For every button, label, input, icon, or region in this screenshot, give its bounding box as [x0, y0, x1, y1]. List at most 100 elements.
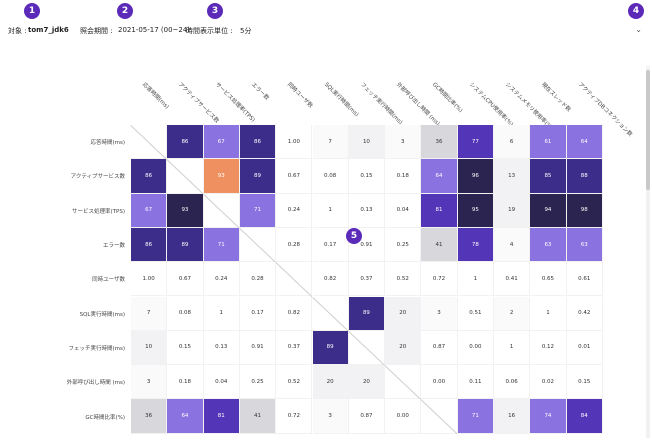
scrollbar-thumb[interactable]: [646, 70, 650, 190]
matrix-cell[interactable]: 86: [131, 159, 168, 194]
matrix-cell[interactable]: 89: [239, 159, 277, 194]
matrix-cell[interactable]: 0.42: [566, 296, 603, 331]
matrix-cell[interactable]: 0.00: [457, 330, 494, 366]
matrix-cell[interactable]: 0.17: [239, 296, 277, 331]
matrix-cell[interactable]: 20: [312, 365, 349, 400]
matrix-cell[interactable]: 7: [312, 125, 349, 160]
matrix-cell[interactable]: 0.72: [421, 262, 458, 297]
matrix-cell[interactable]: 64: [167, 399, 204, 434]
matrix-cell[interactable]: 67: [203, 125, 240, 160]
matrix-cell[interactable]: 63: [566, 227, 603, 263]
matrix-cell[interactable]: 0.65: [530, 262, 567, 297]
matrix-cell[interactable]: 0.06: [494, 365, 531, 400]
matrix-cell[interactable]: 0.67: [167, 262, 204, 297]
matrix-cell[interactable]: 0.87: [421, 330, 458, 366]
matrix-cell[interactable]: 71: [239, 193, 277, 228]
matrix-cell[interactable]: 78: [457, 227, 494, 263]
matrix-cell[interactable]: 0.12: [530, 330, 567, 366]
matrix-cell[interactable]: 10: [348, 125, 386, 160]
matrix-cell[interactable]: 84: [566, 399, 603, 434]
matrix-cell[interactable]: 74: [530, 399, 567, 434]
matrix-cell[interactable]: 0.82: [312, 262, 349, 297]
matrix-cell[interactable]: 6: [494, 125, 531, 160]
matrix-cell[interactable]: 64: [566, 125, 603, 160]
matrix-cell[interactable]: 0.25: [239, 365, 277, 400]
matrix-cell[interactable]: 1: [457, 262, 494, 297]
matrix-cell[interactable]: 1: [494, 330, 531, 366]
matrix-cell[interactable]: 0.15: [566, 365, 603, 400]
matrix-cell[interactable]: 0.28: [239, 262, 277, 297]
matrix-cell[interactable]: 0.82: [276, 296, 313, 331]
matrix-cell[interactable]: 0.08: [312, 159, 349, 194]
matrix-cell[interactable]: 0.51: [457, 296, 494, 331]
matrix-cell[interactable]: 36: [421, 125, 458, 160]
matrix-cell[interactable]: 20: [348, 365, 386, 400]
matrix-cell[interactable]: 93: [203, 159, 240, 194]
matrix-cell[interactable]: 10: [131, 330, 168, 366]
matrix-cell[interactable]: 0.37: [348, 262, 386, 297]
matrix-cell[interactable]: 0.24: [276, 193, 313, 228]
matrix-cell[interactable]: 7: [131, 296, 168, 331]
matrix-cell[interactable]: 1: [530, 296, 567, 331]
matrix-cell[interactable]: 86: [131, 227, 168, 263]
matrix-cell[interactable]: 0.41: [494, 262, 531, 297]
matrix-cell[interactable]: 0.28: [276, 227, 313, 263]
matrix-cell[interactable]: 81: [421, 193, 458, 228]
matrix-cell[interactable]: 95: [457, 193, 494, 228]
matrix-cell[interactable]: 20: [385, 296, 422, 331]
matrix-cell[interactable]: 0.37: [276, 330, 313, 366]
matrix-cell[interactable]: 96: [457, 159, 494, 194]
matrix-cell[interactable]: 0.72: [276, 399, 313, 434]
matrix-cell[interactable]: 41: [421, 227, 458, 263]
matrix-cell[interactable]: 41: [239, 399, 277, 434]
matrix-cell[interactable]: 0.24: [203, 262, 240, 297]
matrix-cell[interactable]: 20: [385, 330, 422, 366]
matrix-cell[interactable]: 1: [203, 296, 240, 331]
matrix-cell[interactable]: 89: [312, 330, 349, 366]
matrix-cell[interactable]: 0.04: [385, 193, 422, 228]
matrix-cell[interactable]: 0.61: [566, 262, 603, 297]
matrix-cell[interactable]: 1.00: [276, 125, 313, 160]
matrix-cell[interactable]: 0.91: [239, 330, 277, 366]
matrix-cell[interactable]: 2: [494, 296, 531, 331]
matrix-cell[interactable]: 3: [421, 296, 458, 331]
matrix-cell[interactable]: 0.52: [276, 365, 313, 400]
matrix-cell[interactable]: 0.18: [167, 365, 204, 400]
matrix-cell[interactable]: 77: [457, 125, 494, 160]
matrix-cell[interactable]: 3: [131, 365, 168, 400]
matrix-cell[interactable]: 86: [239, 125, 277, 160]
matrix-cell[interactable]: 61: [530, 125, 567, 160]
matrix-cell[interactable]: 16: [494, 399, 531, 434]
matrix-cell[interactable]: 36: [131, 399, 168, 434]
matrix-cell[interactable]: 0.87: [348, 399, 386, 434]
matrix-cell[interactable]: 0.52: [385, 262, 422, 297]
matrix-cell[interactable]: 89: [167, 227, 204, 263]
matrix-cell[interactable]: 98: [566, 193, 603, 228]
matrix-cell[interactable]: 94: [530, 193, 567, 228]
matrix-cell[interactable]: 0.15: [167, 330, 204, 366]
matrix-cell[interactable]: 1: [312, 193, 349, 228]
matrix-cell[interactable]: 81: [203, 399, 240, 434]
matrix-cell[interactable]: 4: [494, 227, 531, 263]
matrix-cell[interactable]: 71: [457, 399, 494, 434]
matrix-cell[interactable]: 67: [131, 193, 168, 228]
matrix-cell[interactable]: 1.00: [131, 262, 168, 297]
matrix-cell[interactable]: 13: [494, 159, 531, 194]
matrix-cell[interactable]: 3: [385, 125, 422, 160]
matrix-cell[interactable]: 63: [530, 227, 567, 263]
matrix-cell[interactable]: 0.15: [348, 159, 386, 194]
matrix-cell[interactable]: 0.01: [566, 330, 603, 366]
matrix-cell[interactable]: 0.17: [312, 227, 349, 263]
matrix-cell[interactable]: 86: [167, 125, 204, 160]
matrix-cell[interactable]: 0.04: [203, 365, 240, 400]
matrix-cell[interactable]: 88: [566, 159, 603, 194]
matrix-cell[interactable]: 0.13: [348, 193, 386, 228]
matrix-cell[interactable]: 0.00: [421, 365, 458, 400]
matrix-cell[interactable]: 0.18: [385, 159, 422, 194]
matrix-cell[interactable]: 3: [312, 399, 349, 434]
matrix-cell[interactable]: 0.08: [167, 296, 204, 331]
matrix-cell[interactable]: 64: [421, 159, 458, 194]
matrix-cell[interactable]: 0.02: [530, 365, 567, 400]
matrix-cell[interactable]: 0.11: [457, 365, 494, 400]
matrix-cell[interactable]: 0.67: [276, 159, 313, 194]
